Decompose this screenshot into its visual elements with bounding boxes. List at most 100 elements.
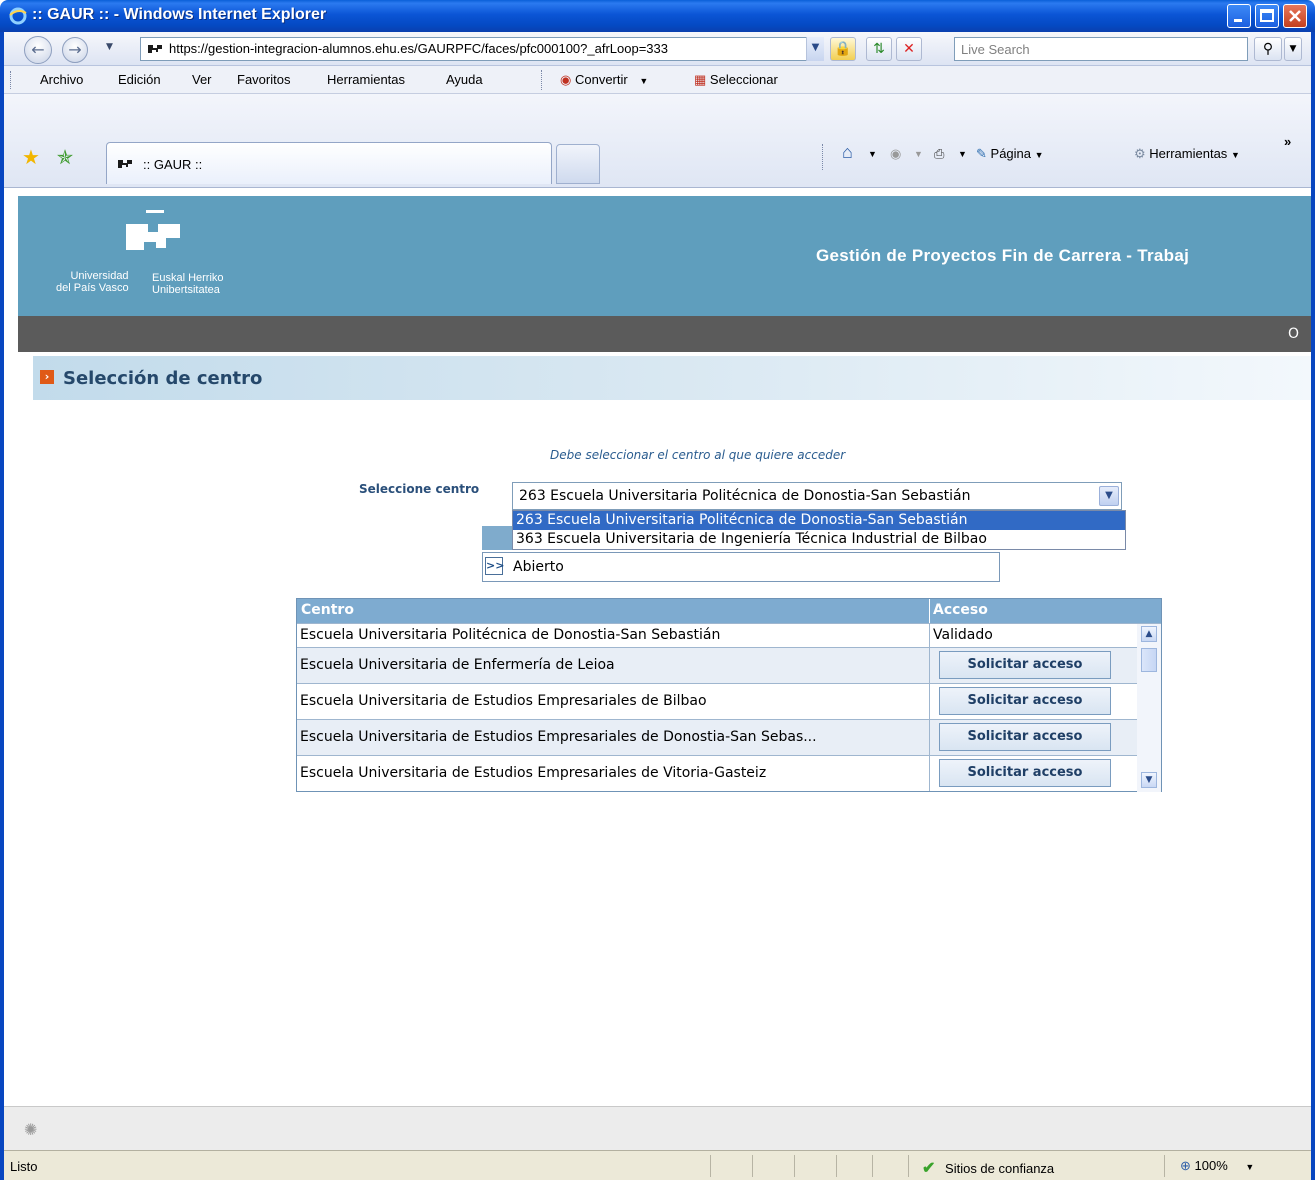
- section-arrow-icon: ›: [40, 370, 54, 384]
- column-divider: [929, 720, 930, 755]
- zoom-icon: ⊕: [1180, 1158, 1191, 1173]
- chevron-down-icon: ▼: [868, 149, 877, 159]
- center-select[interactable]: 263 Escuela Universitaria Politécnica de…: [512, 482, 1122, 510]
- security-zone[interactable]: ✔ Sitios de confianza: [922, 1158, 1054, 1178]
- search-placeholder: Live Search: [961, 42, 1030, 57]
- close-button[interactable]: [1283, 4, 1307, 28]
- column-divider: [929, 648, 930, 683]
- menu-herramientas[interactable]: Herramientas: [327, 72, 405, 87]
- address-toolbar: ← → ▼ https://gestion-integracion-alumno…: [4, 32, 1311, 66]
- pagina-menu[interactable]: ✎ Página ▼: [976, 146, 1044, 162]
- chevron-down-icon: ▼: [1289, 44, 1297, 54]
- maximize-icon: [1260, 9, 1274, 22]
- close-icon: [1289, 10, 1301, 22]
- zoom-control[interactable]: ⊕ 100% ▼: [1180, 1158, 1254, 1174]
- status-text: Listo: [10, 1159, 38, 1174]
- center-options-list[interactable]: 263 Escuela Universitaria Politécnica de…: [512, 510, 1126, 550]
- star-icon: ★: [22, 145, 40, 169]
- search-options-button[interactable]: ▼: [1284, 37, 1302, 61]
- home-button[interactable]: ⌂: [842, 142, 853, 163]
- toolbar-overflow-button[interactable]: »: [1284, 134, 1291, 149]
- nav-bar-text[interactable]: O: [1288, 326, 1299, 342]
- convertir-button[interactable]: ◉ Convertir ▼: [560, 72, 648, 88]
- feeds-dropdown[interactable]: ▼: [914, 149, 923, 159]
- menu-edicion[interactable]: Edición: [118, 72, 161, 87]
- column-divider: [929, 756, 930, 791]
- refresh-icon: ⇅: [873, 41, 885, 57]
- back-button[interactable]: ←: [24, 36, 52, 64]
- toolbar-grip: [10, 71, 13, 89]
- column-divider: [929, 624, 930, 647]
- page-icon: ✎: [976, 146, 987, 161]
- status-divider: [752, 1155, 753, 1177]
- scroll-up-button[interactable]: ▲: [1141, 626, 1157, 642]
- pdf-convert-icon: ◉: [560, 72, 572, 87]
- herramientas-menu[interactable]: ⚙ Herramientas ▼: [1134, 146, 1240, 162]
- page-loading-bar: ✺: [4, 1106, 1311, 1150]
- center-option[interactable]: 263 Escuela Universitaria Politécnica de…: [513, 511, 1125, 530]
- forward-button[interactable]: →: [62, 37, 88, 63]
- gear-icon: ⚙: [1134, 146, 1146, 161]
- column-divider: [929, 684, 930, 719]
- instruction-text: Debe seleccionar el centro al que quiere…: [550, 448, 846, 462]
- home-dropdown[interactable]: ▼: [868, 149, 877, 159]
- url-dropdown-button[interactable]: ▼: [806, 37, 824, 61]
- scroll-down-button[interactable]: ▼: [1141, 772, 1157, 788]
- menu-favoritos[interactable]: Favoritos: [237, 72, 290, 87]
- feeds-button[interactable]: ◉: [890, 146, 901, 162]
- seleccionar-button[interactable]: ▦ Seleccionar: [694, 72, 778, 88]
- maximize-button[interactable]: [1255, 4, 1279, 28]
- status-table-header: [482, 526, 512, 550]
- print-dropdown[interactable]: ▼: [958, 149, 967, 159]
- menu-ayuda[interactable]: Ayuda: [446, 72, 483, 87]
- search-button[interactable]: ⚲: [1254, 37, 1282, 61]
- table-row: Escuela Universitaria de Estudios Empres…: [297, 683, 1161, 719]
- pdf-select-icon: ▦: [694, 72, 707, 87]
- center-option[interactable]: 363 Escuela Universitaria de Ingeniería …: [513, 530, 1125, 549]
- centro-cell: Escuela Universitaria de Estudios Empres…: [300, 765, 767, 781]
- tab-gaur[interactable]: :: GAUR ::: [106, 142, 552, 184]
- search-input[interactable]: Live Search: [954, 37, 1248, 61]
- detail-button[interactable]: >>: [485, 557, 504, 575]
- menu-archivo[interactable]: Archivo: [40, 72, 83, 87]
- scroll-thumb[interactable]: [1141, 648, 1157, 672]
- table-scrollbar[interactable]: ▲ ▼: [1137, 624, 1161, 792]
- trusted-check-icon: ✔: [922, 1160, 936, 1177]
- stop-button[interactable]: ✕: [896, 37, 922, 61]
- print-button[interactable]: ⎙: [934, 146, 944, 162]
- tab-label: :: GAUR ::: [143, 157, 203, 172]
- add-favorite-star-icon: ✯: [56, 145, 74, 169]
- chevron-down-icon: ▼: [1145, 775, 1153, 785]
- add-favorite-button[interactable]: ✯: [54, 146, 76, 168]
- printer-icon: ⎙: [934, 146, 945, 161]
- history-dropdown-icon[interactable]: ▼: [106, 42, 113, 52]
- status-bar: Listo ✔ Sitios de confianza ⊕ 100% ▼: [4, 1150, 1311, 1180]
- chevron-down-icon: ▼: [811, 42, 820, 53]
- request-access-button[interactable]: Solicitar acceso: [939, 759, 1111, 787]
- rss-feed-icon: ◉: [890, 146, 902, 161]
- menu-bar: Archivo Edición Ver Favoritos Herramient…: [4, 66, 1311, 94]
- security-lock-button[interactable]: 🔒: [830, 37, 856, 61]
- status-divider: [794, 1155, 795, 1177]
- status-divider: [836, 1155, 837, 1177]
- logo-text-basque: Euskal Herriko Unibertsitatea: [152, 272, 224, 296]
- forward-arrow-icon: →: [68, 40, 82, 59]
- minimize-button[interactable]: [1227, 4, 1251, 28]
- menu-ver[interactable]: Ver: [192, 72, 212, 87]
- favorites-center-button[interactable]: ★: [20, 146, 42, 168]
- ehu-logo-icon: [126, 210, 180, 250]
- center-status-row: >> Abierto: [482, 552, 1000, 582]
- request-access-button[interactable]: Solicitar acceso: [939, 687, 1111, 715]
- request-access-button[interactable]: Solicitar acceso: [939, 723, 1111, 751]
- loading-spinner-icon: ✺: [24, 1120, 38, 1139]
- new-tab-button[interactable]: [556, 144, 600, 184]
- ehu-favicon-icon: [118, 160, 132, 168]
- table-row: Escuela Universitaria Politécnica de Don…: [297, 623, 1161, 647]
- select-dropdown-button[interactable]: ▼: [1099, 486, 1119, 506]
- window-frame-right: [1311, 32, 1315, 1180]
- refresh-button[interactable]: ⇅: [866, 37, 892, 61]
- url-field[interactable]: https://gestion-integracion-alumnos.ehu.…: [140, 37, 824, 61]
- chevron-down-icon: ▼: [639, 76, 649, 86]
- column-divider: [929, 599, 930, 623]
- request-access-button[interactable]: Solicitar acceso: [939, 651, 1111, 679]
